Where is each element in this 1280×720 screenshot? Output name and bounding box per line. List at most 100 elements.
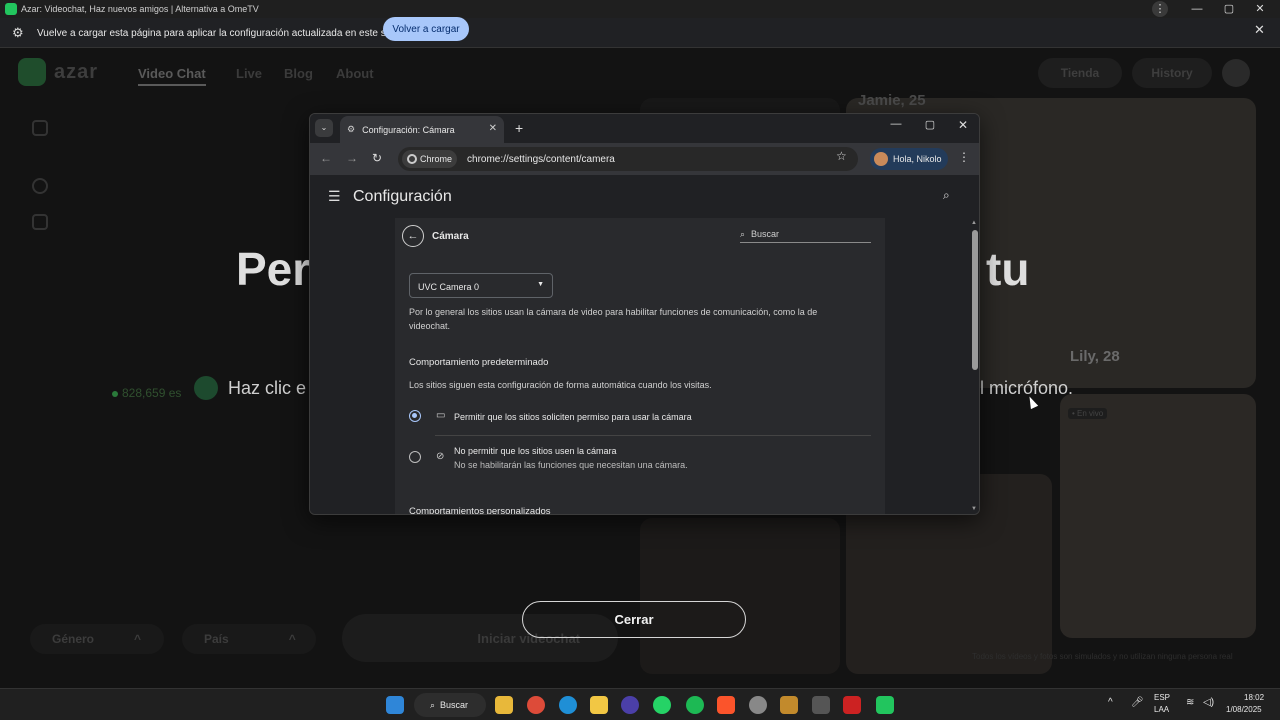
camera-select[interactable]: UVC Camera 0 ▼ — [409, 273, 553, 298]
scroll-down-arrow-icon[interactable]: ▼ — [971, 506, 977, 512]
tab-search-icon[interactable]: ⌄ — [315, 119, 333, 137]
keyboard-layout[interactable]: LAA — [1154, 705, 1169, 714]
chrome-icon — [407, 154, 417, 164]
custom-behaviors-heading: Comportamientos personalizados — [409, 506, 551, 515]
divider — [435, 435, 871, 436]
close-window-button[interactable]: ✕ — [953, 118, 973, 132]
nav-live[interactable]: Live — [236, 66, 262, 81]
settings-body: ← Cámara ⌕ Buscar UVC Camera 0 ▼ Por lo ge… — [310, 218, 979, 515]
infobar-close-icon[interactable]: ✕ — [1254, 22, 1265, 38]
settings-title: Configuración — [353, 188, 452, 205]
swap-icon — [194, 376, 218, 400]
close-button[interactable]: Cerrar — [522, 601, 746, 638]
whatsapp-icon[interactable] — [653, 696, 671, 714]
search-placeholder: Buscar — [751, 229, 780, 239]
window-title-bar: Azar: Videochat, Haz nuevos amigos | Alt… — [0, 0, 1280, 18]
minimize-button[interactable]: — — [1182, 0, 1212, 18]
camera-off-icon: ⊘ — [436, 451, 445, 462]
gear-icon: ⚙ — [12, 25, 24, 40]
edge-icon[interactable] — [559, 696, 577, 714]
live-badge: • En vivo — [1068, 408, 1108, 419]
infobar-text: Vuelve a cargar esta página para aplicar… — [37, 28, 399, 39]
hamburger-menu-icon[interactable]: ☰ — [328, 188, 341, 205]
online-count: 828,659 es — [112, 386, 181, 400]
photo-name: Lily, 28 — [1070, 348, 1120, 365]
address-bar[interactable]: Chrome chrome://settings/content/camera — [398, 147, 858, 171]
camera-icon: ▭ — [436, 410, 446, 421]
taskbar: ⌕ Buscar ^ 🎤︎ ESP LAA ≋ ◁) 18:02 1/08/202… — [0, 688, 1280, 720]
gear-icon: ⚙ — [347, 124, 356, 134]
chrome-menu-icon[interactable]: ⋮ — [958, 150, 970, 164]
search-input[interactable]: ⌕ Buscar — [740, 229, 871, 243]
chevron-up-icon[interactable]: ^ — [1108, 697, 1113, 708]
azar-brand: azar — [54, 61, 99, 83]
spotify-icon[interactable] — [686, 696, 704, 714]
windows-start-icon[interactable] — [386, 696, 404, 714]
tienda-button[interactable]: Tienda — [1038, 58, 1122, 88]
close-window-button[interactable]: ✕ — [1245, 0, 1275, 18]
clock-time[interactable]: 18:02 — [1244, 693, 1264, 702]
file-explorer-icon[interactable] — [495, 696, 513, 714]
back-arrow-icon[interactable]: ← — [402, 225, 424, 247]
tab-settings-camera[interactable]: ⚙ Configuración: Cámara ✕ — [340, 116, 504, 143]
gender-dropdown[interactable]: Género ^ — [30, 624, 164, 654]
allow-option-label: Permitir que los sitios soliciten permis… — [454, 412, 692, 422]
app-icon[interactable] — [621, 696, 639, 714]
window-menu-icon[interactable]: ⋮ — [1152, 1, 1168, 17]
nav-about[interactable]: About — [336, 66, 374, 81]
page-title: Cámara — [432, 231, 469, 242]
bookmark-star-icon[interactable]: ☆ — [836, 149, 847, 163]
wifi-icon[interactable]: ≋ — [1186, 697, 1194, 708]
nav-video-chat[interactable]: Video Chat — [138, 66, 206, 86]
block-option-label: No permitir que los sitios usen la cámar… — [454, 446, 617, 456]
app-icon[interactable] — [780, 696, 798, 714]
maximize-button[interactable]: ▢ — [1214, 0, 1244, 18]
azar-favicon-icon — [5, 3, 17, 15]
microphone-icon[interactable]: 🎤︎ — [1131, 697, 1144, 708]
app-icon[interactable] — [812, 696, 830, 714]
scroll-up-arrow-icon[interactable]: ▲ — [971, 220, 977, 226]
tab-close-icon[interactable]: ✕ — [489, 123, 497, 134]
azar-icon[interactable] — [876, 696, 894, 714]
scrollbar-thumb[interactable] — [972, 230, 978, 370]
chrome-chip: Chrome — [402, 150, 458, 168]
search-icon[interactable]: ⌕ — [943, 188, 950, 203]
sticky-notes-icon[interactable] — [590, 696, 608, 714]
tab-title: Configuración: Cámara — [362, 124, 455, 135]
reload-button[interactable]: Volver a cargar — [383, 17, 469, 41]
hero-subtitle-left: Haz clic e — [228, 378, 307, 398]
steam-icon[interactable] — [749, 696, 767, 714]
photo-card — [640, 518, 840, 674]
camera-description: Por lo general los sitios usan la cámara… — [409, 307, 818, 331]
block-radio[interactable] — [409, 451, 421, 463]
chrome-icon[interactable] — [527, 696, 545, 714]
back-arrow-icon[interactable]: ← — [320, 151, 332, 165]
azar-logo-icon — [18, 58, 46, 86]
brave-icon[interactable] — [717, 696, 735, 714]
sidebar-icon-1[interactable] — [32, 120, 48, 136]
avatar — [874, 152, 888, 166]
avatar[interactable] — [1222, 59, 1250, 87]
window-title: Azar: Videochat, Haz nuevos amigos | Alt… — [21, 4, 259, 14]
chevron-up-icon: ^ — [134, 632, 142, 646]
allow-radio[interactable] — [409, 410, 421, 422]
sparkle-icon[interactable] — [32, 178, 48, 194]
settings-header: ☰ Configuración ⌕ — [310, 175, 979, 218]
hero-title-left: Per — [236, 243, 311, 295]
clock-date[interactable]: 1/08/2025 — [1226, 705, 1262, 714]
nav-blog[interactable]: Blog — [284, 66, 313, 81]
sidebar-icon-3[interactable] — [32, 214, 48, 230]
profile-button[interactable]: Hola, Nikolo — [870, 148, 948, 170]
forward-arrow-icon[interactable]: → — [346, 151, 358, 165]
volume-icon[interactable]: ◁) — [1203, 697, 1214, 708]
tf-icon[interactable] — [843, 696, 861, 714]
reload-icon[interactable]: ↻ — [372, 151, 382, 165]
history-button[interactable]: History — [1132, 58, 1212, 88]
minimize-button[interactable]: — — [886, 118, 906, 130]
country-dropdown[interactable]: País ^ — [182, 624, 316, 654]
new-tab-icon[interactable]: + — [515, 120, 523, 136]
taskbar-search[interactable]: ⌕ Buscar — [414, 693, 486, 717]
chrome-settings-window: ⌄ ⚙ Configuración: Cámara ✕ + — ▢ ✕ ← → … — [309, 113, 980, 515]
maximize-button[interactable]: ▢ — [920, 118, 940, 131]
input-language[interactable]: ESP — [1154, 693, 1170, 702]
